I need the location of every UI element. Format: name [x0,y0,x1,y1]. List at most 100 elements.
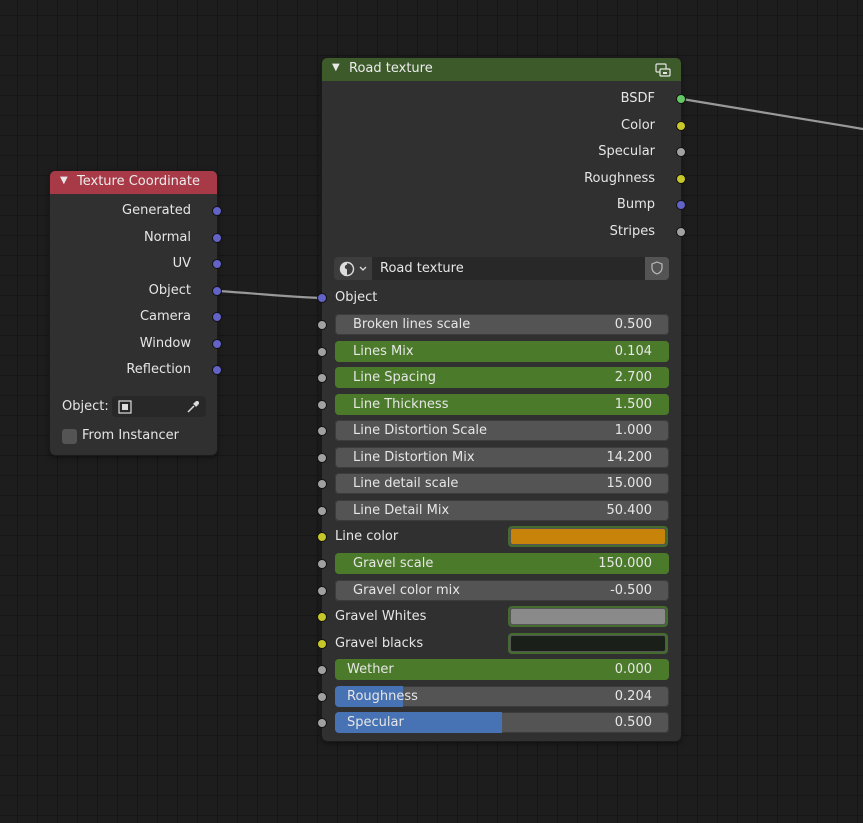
field-line-detail-mix[interactable]: Line Detail Mix 50.400 [335,499,669,521]
field-value: 0.500 [614,317,652,332]
output-socket-color[interactable] [676,120,686,131]
field-label: Line Detail Mix [353,502,450,518]
input-socket-object[interactable] [317,293,327,303]
input-socket-line-spacing[interactable] [317,373,327,384]
chevron-down-icon [359,266,367,271]
node-group-icon[interactable] [655,62,671,78]
node-title: Texture Coordinate [77,174,200,189]
output-label-stripes: Stripes [609,224,655,239]
color-swatch-fill [511,529,665,545]
color-swatch-gravel-blacks[interactable] [508,632,668,654]
output-label-reflection: Reflection [126,362,191,377]
output-label-specular: Specular [598,144,655,160]
color-swatch-line-color[interactable] [508,526,668,548]
output-socket-reflection[interactable] [212,365,222,375]
fake-user-button[interactable] [645,257,669,280]
output-socket-uv[interactable] [212,259,222,269]
output-label-color: Color [621,117,655,133]
input-socket-specular[interactable] [317,718,327,729]
output-label-bump: Bump [616,197,655,213]
field-lines-mix[interactable]: Lines Mix 0.104 [335,340,669,362]
output-socket-specular[interactable] [676,147,686,158]
field-value: 1.500 [614,396,652,412]
field-label: Line Spacing [353,370,436,386]
output-socket-object[interactable] [212,285,222,296]
output-label-bsdf: BSDF [620,91,655,106]
field-line-distortion-scale[interactable]: Line Distortion Scale 1.000 [335,420,669,442]
output-label-uv: UV [172,256,191,271]
input-socket-line-distortion-mix[interactable] [317,452,327,463]
object-picker[interactable] [112,396,206,417]
node-tree-icon [339,261,355,277]
collapse-arrow-icon[interactable]: ▼ [60,175,68,186]
input-socket-roughness[interactable] [317,691,327,702]
texture-coordinate-node[interactable]: ▼ Texture Coordinate Generated Normal UV Ob… [49,170,222,456]
road-texture-header[interactable]: ▼ Road texture [322,58,681,81]
object-field-label: Object: [62,399,109,414]
eyedropper-icon[interactable] [186,400,200,414]
field-line-distortion-mix[interactable]: Line Distortion Mix 14.200 [335,446,669,468]
field-gravel-scale[interactable]: Gravel scale 150.000 [335,552,669,574]
output-label-camera: Camera [139,309,191,324]
field-wether[interactable]: Wether 0.000 [335,659,669,681]
input-socket-line-thickness[interactable] [317,399,327,410]
output-label-object: Object [148,282,191,298]
color-swatch-gravel-whites[interactable] [508,606,668,628]
input-socket-gravel-color-mix[interactable] [317,585,327,596]
input-label-gravel-whites: Gravel Whites [335,609,427,625]
field-value: 150.000 [598,555,652,571]
input-socket-gravel-scale[interactable] [317,558,327,569]
field-specular[interactable]: Specular 0.500 [335,712,669,734]
field-roughness[interactable]: Roughness 0.204 [335,685,669,707]
group-name-field[interactable]: Road texture [380,257,464,280]
output-socket-bump[interactable] [676,200,686,211]
output-socket-camera[interactable] [212,312,222,322]
input-socket-broken-lines-scale[interactable] [317,320,327,330]
link-bsdf-out [681,97,863,131]
output-label-normal: Normal [143,229,191,245]
collapse-arrow-icon[interactable]: ▼ [332,62,340,73]
road-texture-node[interactable]: ▼ Road texture BSDF Color Specular Roughnes… [317,57,686,742]
input-socket-line-detail-mix[interactable] [317,505,327,516]
field-value: 14.200 [606,449,653,465]
from-instancer-checkbox[interactable] [62,429,77,444]
field-value: 2.700 [614,370,652,386]
input-socket-lines-mix[interactable] [317,346,327,357]
field-value: 0.104 [614,343,652,359]
output-label-roughness: Roughness [584,170,655,186]
color-swatch-fill [511,635,665,651]
input-socket-gravel-blacks[interactable] [317,638,327,649]
field-value: -0.500 [610,582,652,598]
field-broken-lines-scale[interactable]: Broken lines scale 0.500 [335,314,669,335]
node-tree-browse-button[interactable] [334,257,372,280]
output-socket-window[interactable] [212,338,222,349]
input-label-line-color: Line color [335,529,399,545]
field-value: 1.000 [614,423,652,439]
field-value: 0.000 [614,662,652,678]
from-instancer-label: From Instancer [82,428,179,443]
field-gravel-color-mix[interactable]: Gravel color mix -0.500 [335,579,669,601]
group-datablock[interactable]: Road texture [334,257,669,280]
output-socket-bsdf[interactable] [676,94,686,104]
input-socket-gravel-whites[interactable] [317,612,327,623]
output-socket-normal[interactable] [212,232,222,243]
field-line-spacing[interactable]: Line Spacing 2.700 [335,367,669,389]
input-socket-wether[interactable] [317,665,327,676]
field-label: Roughness [347,688,418,704]
input-socket-line-color[interactable] [317,532,327,543]
field-label: Lines Mix [353,343,414,359]
field-line-detail-scale[interactable]: Line detail scale 15.000 [335,473,669,495]
object-input-label: Object [335,290,378,305]
link-object-to-object [217,289,322,300]
texture-coordinate-header[interactable]: ▼ Texture Coordinate [50,171,217,194]
output-socket-roughness[interactable] [676,173,686,184]
field-line-thickness[interactable]: Line Thickness 1.500 [335,393,669,415]
output-socket-generated[interactable] [212,206,222,216]
object-icon [118,400,132,414]
field-label: Line Distortion Mix [353,449,475,465]
output-label-generated: Generated [122,203,191,218]
field-label: Broken lines scale [353,317,471,332]
input-socket-line-detail-scale[interactable] [317,479,327,490]
input-socket-line-distortion-scale[interactable] [317,426,327,437]
output-socket-stripes[interactable] [676,227,686,237]
